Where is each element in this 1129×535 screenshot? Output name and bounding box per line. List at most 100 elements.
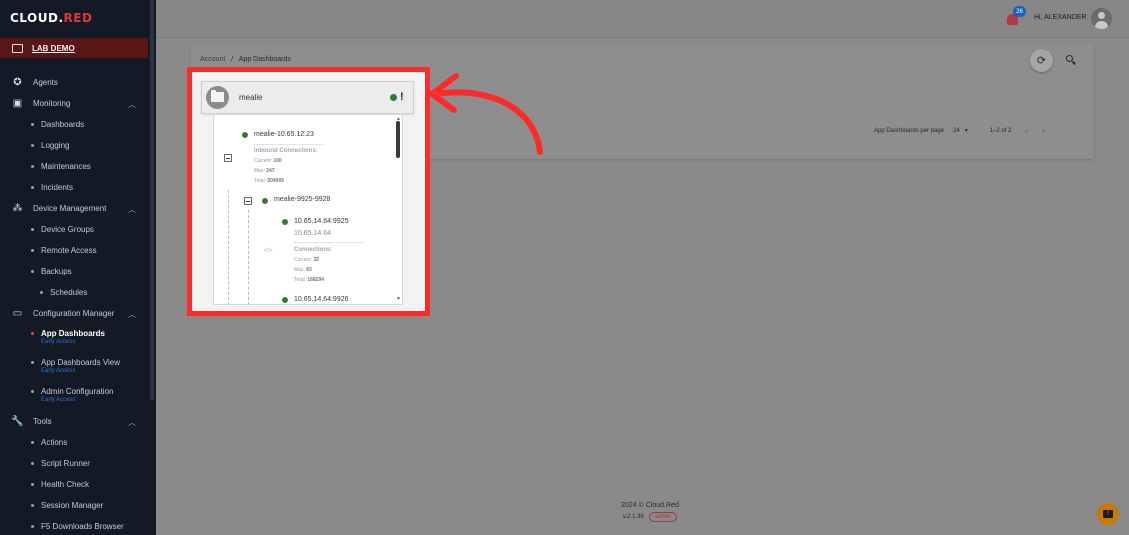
breadcrumb-separator: /	[231, 56, 234, 63]
sidebar-item-label: Dashboards	[41, 120, 85, 129]
per-page-select[interactable]: 24	[953, 128, 960, 134]
chevron-up-icon: ︿	[128, 100, 136, 109]
lab-demo-link[interactable]: LAB DEMO	[0, 38, 148, 58]
sidebar-item-remote-access[interactable]: Remote Access	[0, 240, 148, 261]
bullet-icon	[31, 270, 34, 273]
folder-icon	[211, 90, 224, 102]
logo-text-mid: O	[27, 11, 38, 25]
inbound-max: Max: 247	[254, 168, 275, 174]
avatar-head-icon	[1098, 12, 1105, 19]
conn-total: Total: 168294	[294, 277, 324, 283]
sidebar-item-label: Script Runner	[41, 459, 90, 468]
bullet-icon	[31, 390, 34, 393]
refresh-button[interactable]: ⟳	[1030, 49, 1053, 72]
sidebar-item-label: Incidents	[41, 183, 74, 192]
sidebar-item-label: Monitoring	[33, 99, 71, 108]
footer-version: v.2.1.36	[622, 514, 644, 520]
sidebar-scrollbar[interactable]	[150, 0, 154, 400]
sidebar-item-backups[interactable]: Backups	[0, 261, 148, 282]
bullet-icon	[31, 332, 34, 335]
sidebar-item-logging[interactable]: Logging	[0, 135, 148, 156]
collapse-toggle-icon[interactable]	[244, 197, 252, 205]
tree-node-virtual-server[interactable]: mealie-10.65.12.23	[254, 131, 314, 138]
chevron-up-icon: ︿	[128, 418, 136, 427]
sidebar-item-app-dashboards-view[interactable]: App Dashboards View Early Access	[0, 353, 148, 382]
feedback-button[interactable]: !	[1097, 503, 1119, 525]
annotation-arrow-icon	[429, 73, 543, 155]
bullet-icon	[31, 504, 34, 507]
bullet-icon	[40, 291, 43, 294]
bullet-icon	[31, 249, 34, 252]
next-page-button[interactable]: ›	[1042, 126, 1045, 135]
sidebar: CLOUD.RED LAB DEMO ✪ Agents ▣ Monitoring…	[0, 0, 156, 535]
sidebar-item-actions[interactable]: Actions	[0, 432, 148, 453]
sidebar-item-label: Health Check	[41, 480, 90, 489]
sidebar-item-monitoring[interactable]: ▣ Monitoring ︿	[0, 93, 148, 114]
sidebar-item-agents[interactable]: ✪ Agents	[0, 72, 148, 93]
sidebar-item-schedules[interactable]: Schedules	[0, 282, 148, 303]
divider	[293, 242, 365, 243]
lab-demo-label: LAB DEMO	[32, 43, 75, 53]
sidebar-item-health-check[interactable]: Health Check	[0, 474, 148, 495]
tree-node-pool-member[interactable]: 10.65.14.64:9926	[294, 296, 349, 303]
inbound-max-label: Max:	[254, 168, 265, 174]
connections-header: Connections:	[294, 247, 333, 253]
user-avatar[interactable]	[1091, 8, 1112, 29]
search-icon-handle	[1072, 60, 1076, 65]
bullet-icon	[31, 144, 34, 147]
conn-max-label: Max:	[294, 267, 305, 273]
sidebar-item-device-management[interactable]: ⁂ Device Management ︿	[0, 198, 148, 219]
agents-icon: ✪	[13, 77, 22, 88]
tree-scrollbar-thumb[interactable]	[396, 121, 400, 158]
notification-count-badge: 26	[1013, 6, 1026, 17]
sidebar-item-app-dashboards[interactable]: App Dashboards Early Access	[0, 324, 148, 353]
dashboard-folder-row[interactable]	[201, 81, 414, 114]
sidebar-item-admin-configuration[interactable]: Admin Configuration Early Access	[0, 382, 148, 411]
brand-logo[interactable]: CLOUD.RED	[10, 11, 92, 25]
sidebar-item-label: App Dashboards	[41, 329, 106, 338]
collapse-toggle-icon[interactable]	[224, 154, 232, 162]
tree-node-pool[interactable]: mealie-9925-9928	[274, 196, 330, 203]
sidebar-item-label: Backups	[41, 267, 72, 276]
sidebar-item-label: Agents	[33, 78, 58, 87]
early-access-badge: Early Access	[41, 368, 76, 374]
conn-current: Current: 32	[294, 257, 319, 263]
early-access-badge: Early Access	[41, 397, 76, 403]
status-ok-icon	[390, 94, 397, 101]
breadcrumb-root[interactable]: Account	[200, 56, 225, 63]
sidebar-item-tools[interactable]: 🔧 Tools ︿	[0, 411, 148, 432]
logo-text-right: UD.	[37, 11, 64, 25]
sidebar-item-configuration-manager[interactable]: ▭ Configuration Manager ︿	[0, 303, 148, 324]
sidebar-item-f5-downloads-browser[interactable]: F5 Downloads Browser	[0, 516, 148, 535]
monitor-icon	[12, 43, 23, 53]
pagination: App Dashboards per page 24 ▼ 1–2 of 2 ‹ …	[874, 126, 1045, 135]
sidebar-item-script-runner[interactable]: Script Runner	[0, 453, 148, 474]
status-ok-icon	[262, 198, 268, 204]
sidebar-item-dashboards[interactable]: Dashboards	[0, 114, 148, 135]
breadcrumb: Account / App Dashboards	[200, 56, 291, 63]
bullet-icon	[31, 165, 34, 168]
divider	[253, 144, 323, 145]
sidebar-item-device-groups[interactable]: Device Groups	[0, 219, 148, 240]
sidebar-item-label-group: Admin Configuration Early Access	[41, 387, 113, 403]
sidebar-item-session-manager[interactable]: Session Manager	[0, 495, 148, 516]
inbound-max-value: 247	[266, 168, 275, 174]
bullet-icon	[31, 525, 34, 528]
prev-page-button[interactable]: ‹	[1025, 126, 1028, 135]
sidebar-item-label: Device Management	[33, 204, 107, 213]
sidebar-item-label: Remote Access	[41, 246, 97, 255]
tree-guide-line	[228, 190, 229, 305]
scroll-down-icon[interactable]: ▼	[396, 296, 401, 302]
conn-current-value: 32	[313, 257, 320, 263]
bullet-icon	[31, 441, 34, 444]
role-badge: admin	[648, 512, 678, 522]
breadcrumb-current: App Dashboards	[238, 56, 291, 63]
logo-text-red: RED	[63, 11, 93, 25]
tree-node-pool-member[interactable]: 10.65.14.64:9925	[294, 218, 349, 225]
search-button[interactable]	[1065, 54, 1079, 68]
sidebar-item-maintenances[interactable]: Maintenances	[0, 156, 148, 177]
chevron-up-icon: ︿	[128, 205, 136, 214]
notification-bell[interactable]: 26	[1006, 6, 1026, 26]
sidebar-item-label: Maintenances	[41, 162, 91, 171]
sidebar-item-incidents[interactable]: Incidents	[0, 177, 148, 198]
